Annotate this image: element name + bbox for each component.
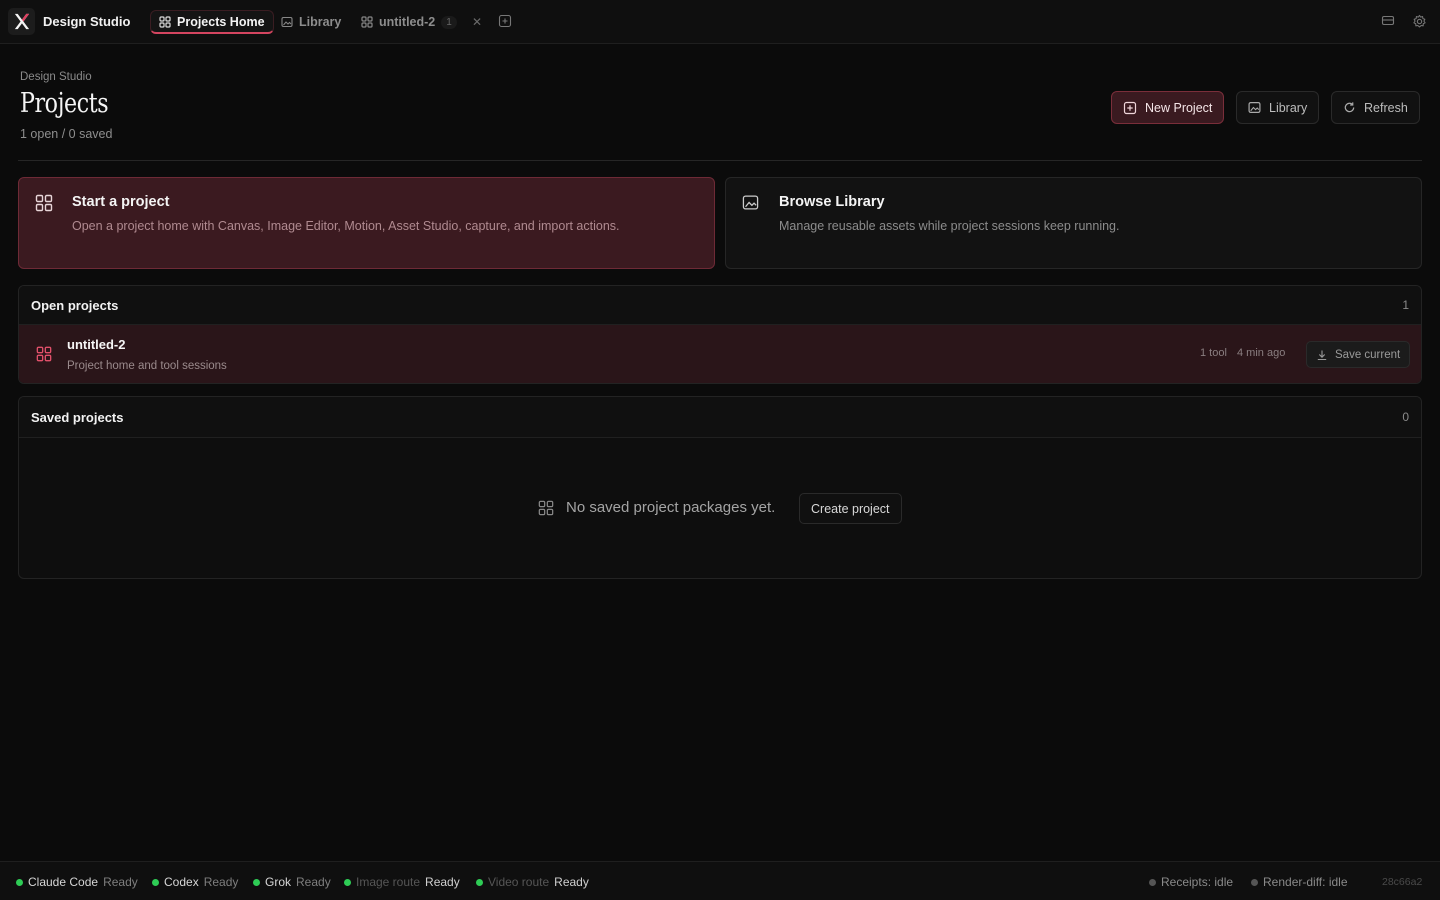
- breadcrumb[interactable]: Design Studio: [20, 71, 92, 83]
- refresh-label: Refresh: [1364, 100, 1408, 115]
- grid-icon: [35, 194, 53, 212]
- gear-icon[interactable]: [1412, 14, 1427, 29]
- app-logo[interactable]: [8, 8, 35, 35]
- download-icon: [1317, 350, 1327, 360]
- grid-icon: [538, 500, 554, 516]
- image-icon: [1248, 102, 1261, 113]
- status-dot-icon: [16, 878, 23, 886]
- panel-title: Saved projects: [31, 409, 124, 425]
- saved-projects-panel: Saved projects 0 No saved project packag…: [18, 396, 1422, 579]
- close-tab-icon[interactable]: ✕: [472, 15, 482, 29]
- open-projects-header: Open projects 1: [19, 286, 1421, 325]
- status-value: Ready: [296, 875, 331, 889]
- status-name: Grok: [265, 875, 292, 889]
- empty-state: No saved project packages yet. Create pr…: [19, 438, 1421, 578]
- page-title: Projects: [20, 88, 109, 119]
- card-description: Open a project home with Canvas, Image E…: [72, 219, 620, 233]
- panel-toggle-icon[interactable]: [1381, 14, 1395, 28]
- status-video-route[interactable]: Video route Ready: [476, 875, 589, 889]
- build-hash: 28c66a2: [1382, 876, 1423, 888]
- tab-projects-home[interactable]: Projects Home: [150, 10, 274, 34]
- project-time: 4 min ago: [1237, 347, 1286, 359]
- status-dot-icon: [344, 878, 351, 886]
- status-dot-icon: [253, 878, 260, 886]
- library-button[interactable]: Library: [1236, 91, 1320, 124]
- status-claude-code[interactable]: Claude Code Ready: [16, 875, 138, 889]
- card-description: Manage reusable assets while project ses…: [779, 219, 1120, 233]
- save-current-button[interactable]: Save current: [1306, 341, 1411, 368]
- status-codex[interactable]: Codex Ready: [152, 875, 238, 889]
- new-project-button[interactable]: New Project: [1111, 91, 1225, 124]
- panel-count: 0: [1402, 410, 1409, 424]
- tab-library[interactable]: Library: [273, 10, 349, 34]
- page-subtitle: 1 open / 0 saved: [20, 127, 113, 141]
- status-dot-icon: [1149, 878, 1156, 886]
- refresh-button[interactable]: Refresh: [1331, 91, 1420, 124]
- status-value: Ready: [554, 875, 589, 889]
- app-title: Design Studio: [43, 14, 131, 29]
- card-title: Start a project: [72, 194, 170, 210]
- image-icon: [281, 16, 293, 28]
- status-name: Codex: [164, 875, 199, 889]
- status-receipts[interactable]: Receipts: idle: [1149, 875, 1233, 889]
- grid-icon: [361, 16, 373, 28]
- x-logo-icon: [14, 13, 30, 30]
- create-project-button[interactable]: Create project: [799, 493, 902, 524]
- open-projects-panel: Open projects 1 untitled-2 Project home …: [18, 285, 1422, 384]
- tab-count-badge: 1: [441, 15, 457, 29]
- tab-label: Library: [299, 15, 342, 29]
- plus-square-icon: [1123, 101, 1137, 114]
- save-current-label: Save current: [1335, 348, 1401, 361]
- status-dot-icon: [1251, 878, 1258, 886]
- card-title: Browse Library: [779, 194, 885, 210]
- status-dot-icon: [476, 878, 483, 886]
- status-bar: Claude Code Ready Codex Ready Grok Ready…: [0, 861, 1440, 900]
- start-project-card[interactable]: Start a project Open a project home with…: [18, 177, 715, 269]
- library-label: Library: [1269, 100, 1308, 115]
- status-value: Receipts: idle: [1161, 875, 1234, 889]
- status-dot-icon: [152, 878, 159, 886]
- add-tab-icon[interactable]: [498, 14, 512, 28]
- empty-state-text: No saved project packages yet.: [566, 499, 776, 516]
- status-value: Ready: [425, 875, 460, 889]
- refresh-icon: [1344, 102, 1355, 113]
- status-name: Claude Code: [28, 875, 99, 889]
- panel-count: 1: [1402, 298, 1409, 312]
- header-divider: [18, 160, 1422, 161]
- project-subtitle: Project home and tool sessions: [67, 360, 227, 372]
- status-value: Ready: [103, 875, 138, 889]
- panel-title: Open projects: [31, 297, 119, 313]
- status-value: Render-diff: idle: [1263, 875, 1348, 889]
- status-name: Image route: [356, 875, 421, 889]
- status-grok[interactable]: Grok Ready: [253, 875, 331, 889]
- status-name: Video route: [488, 875, 550, 889]
- tab-label: Projects Home: [177, 14, 265, 29]
- project-name: untitled-2: [67, 337, 126, 352]
- grid-icon: [159, 15, 171, 28]
- project-tool-count: 1 tool: [1200, 347, 1227, 359]
- new-project-label: New Project: [1145, 100, 1213, 115]
- browse-library-card[interactable]: Browse Library Manage reusable assets wh…: [725, 177, 1422, 269]
- grid-icon: [31, 341, 57, 367]
- saved-projects-header: Saved projects 0: [19, 397, 1421, 438]
- top-bar: Design Studio Projects Home Library unti…: [0, 0, 1440, 44]
- list-item[interactable]: untitled-2 Project home and tool session…: [19, 325, 1421, 383]
- status-value: Ready: [203, 875, 239, 889]
- tab-label: untitled-2: [379, 15, 436, 29]
- status-render-diff[interactable]: Render-diff: idle: [1251, 875, 1348, 889]
- image-icon: [742, 194, 759, 211]
- status-image-route[interactable]: Image route Ready: [344, 875, 460, 889]
- tab-untitled-2[interactable]: untitled-2 1: [353, 10, 465, 34]
